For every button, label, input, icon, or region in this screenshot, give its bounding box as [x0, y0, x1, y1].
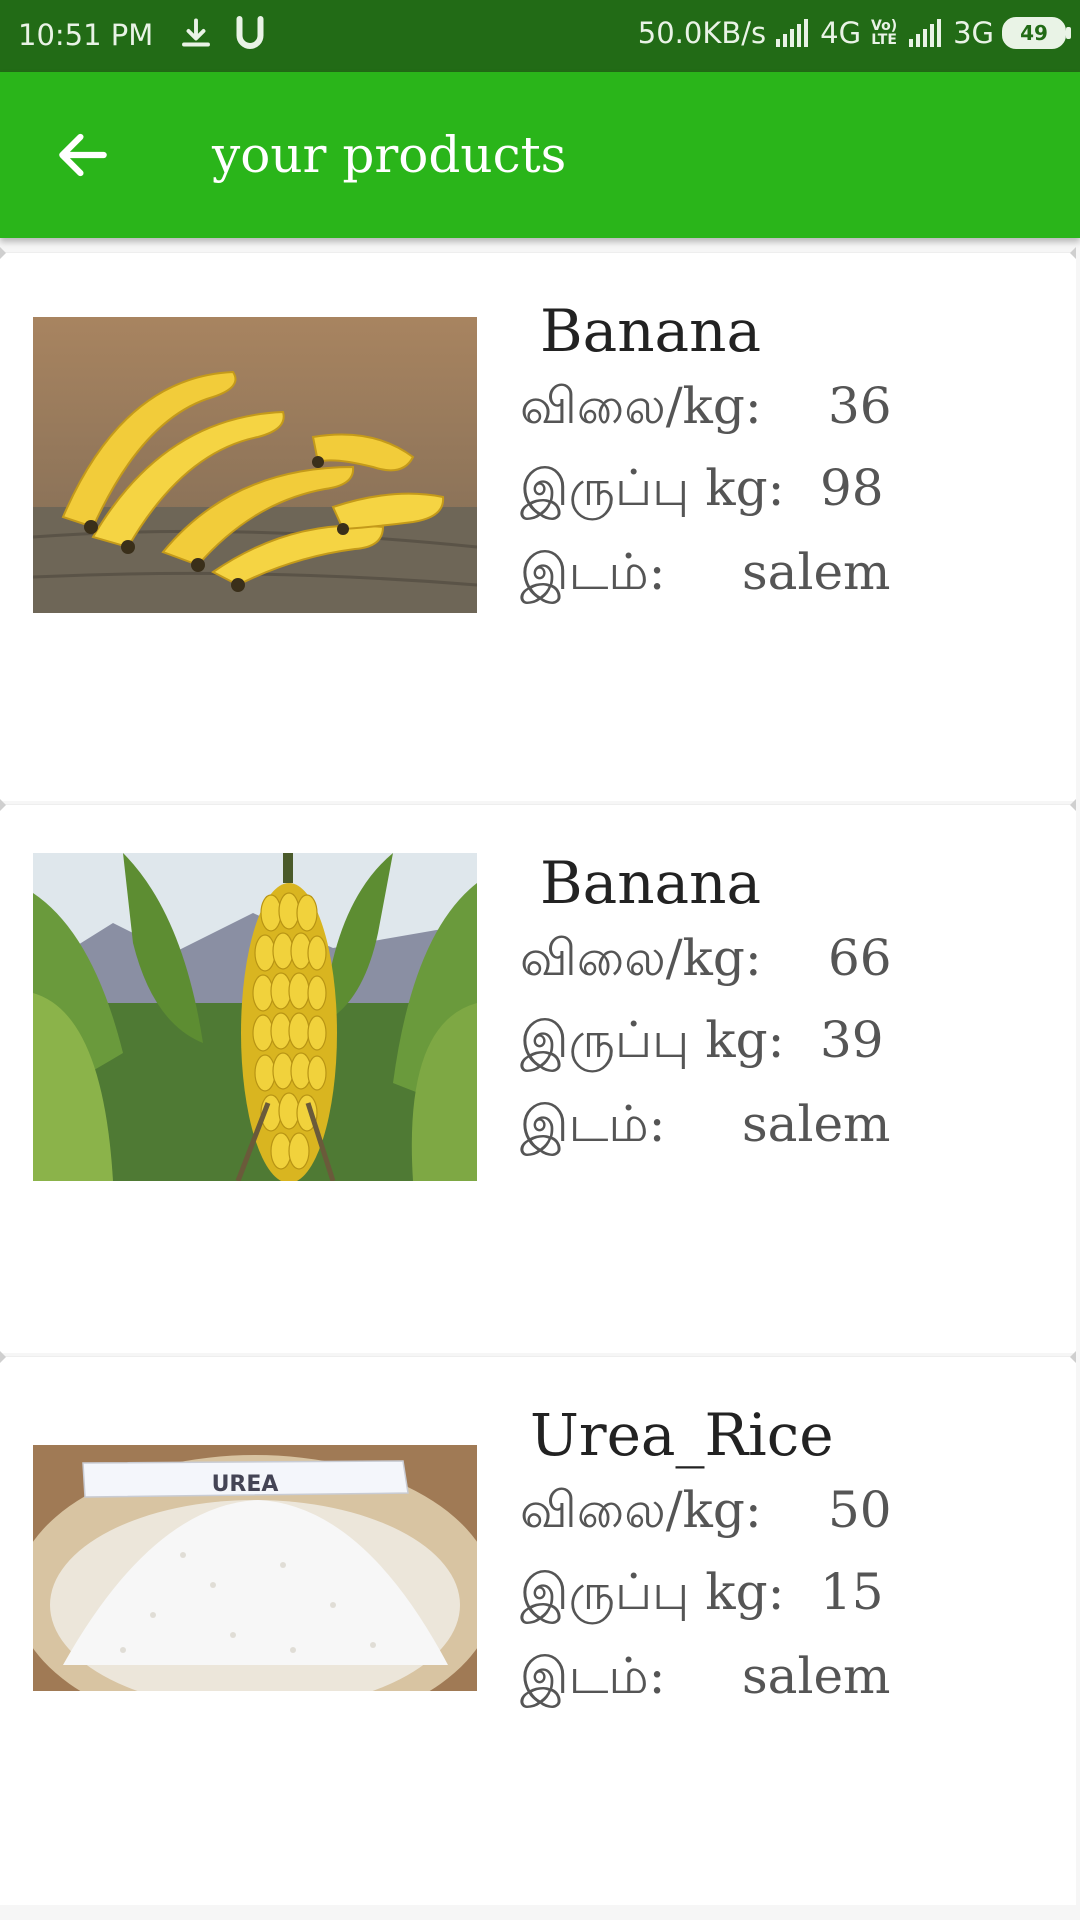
product-card[interactable]: Banana விலை/kg: 36 இருப்பு kg: 98 இடம்: … [0, 247, 1076, 801]
product-card[interactable]: Banana விலை/kg: 66 இருப்பு kg: 39 இடம்: … [0, 799, 1076, 1353]
price-label: விலை/kg: [520, 1481, 762, 1539]
arrow-left-icon[interactable] [52, 124, 114, 186]
product-image [33, 853, 477, 1181]
battery-level: 49 [1020, 21, 1048, 45]
status-time: 10:51 PM [18, 18, 154, 52]
app-bar: your products [0, 72, 1080, 238]
product-stock: இருப்பு kg: 15 [520, 1563, 884, 1628]
svg-text:UREA: UREA [212, 1472, 279, 1497]
product-name: Banana [540, 849, 762, 917]
stock-value: 39 [820, 1011, 884, 1069]
stock-label: இருப்பு kg: [520, 1011, 785, 1069]
product-price: விலை/kg: 36 [520, 377, 892, 442]
product-location: இடம்: salem [520, 1095, 890, 1160]
download-icon [182, 18, 210, 47]
location-value: salem [742, 1095, 891, 1153]
location-label: இடம்: [520, 1647, 666, 1705]
product-price: விலை/kg: 50 [520, 1481, 892, 1546]
status-bar: 10:51 PM 50.0KB/s 4G Vo) LTE 3G 49 [0, 0, 1080, 72]
location-value: salem [742, 543, 891, 601]
price-value: 66 [828, 929, 892, 987]
network-type-1: 4G [820, 16, 862, 50]
signal-icon [909, 19, 942, 47]
location-label: இடம்: [520, 543, 666, 601]
product-stock: இருப்பு kg: 39 [520, 1011, 884, 1076]
page-title: your products [212, 126, 567, 184]
stock-value: 98 [820, 459, 884, 517]
product-name: Urea_Rice [530, 1401, 834, 1469]
u-app-icon [236, 16, 264, 49]
stock-value: 15 [820, 1563, 884, 1621]
signal-icon [776, 19, 809, 47]
price-label: விலை/kg: [520, 929, 762, 987]
product-image [33, 317, 477, 613]
price-value: 36 [828, 377, 892, 435]
price-value: 50 [828, 1481, 892, 1539]
product-location: இடம்: salem [520, 543, 890, 608]
product-name: Banana [540, 297, 762, 365]
product-price: விலை/kg: 66 [520, 929, 892, 994]
stock-label: இருப்பு kg: [520, 1563, 785, 1621]
network-type-2: 3G [953, 16, 994, 50]
product-location: இடம்: salem [520, 1647, 890, 1712]
volte-icon: Vo) LTE [871, 18, 898, 48]
network-speed: 50.0KB/s [637, 16, 767, 50]
status-indicators: 50.0KB/s 4G Vo) LTE 3G 49 [637, 16, 1071, 50]
product-image: UREA [33, 1445, 477, 1691]
product-card[interactable]: UREA Urea_Rice விலை/kg: 50 இருப்பு kg: 1… [0, 1351, 1076, 1905]
battery-icon: 49 [1002, 17, 1071, 49]
location-label: இடம்: [520, 1095, 666, 1153]
location-value: salem [742, 1647, 891, 1705]
stock-label: இருப்பு kg: [520, 459, 785, 517]
product-stock: இருப்பு kg: 98 [520, 459, 884, 524]
price-label: விலை/kg: [520, 377, 762, 435]
